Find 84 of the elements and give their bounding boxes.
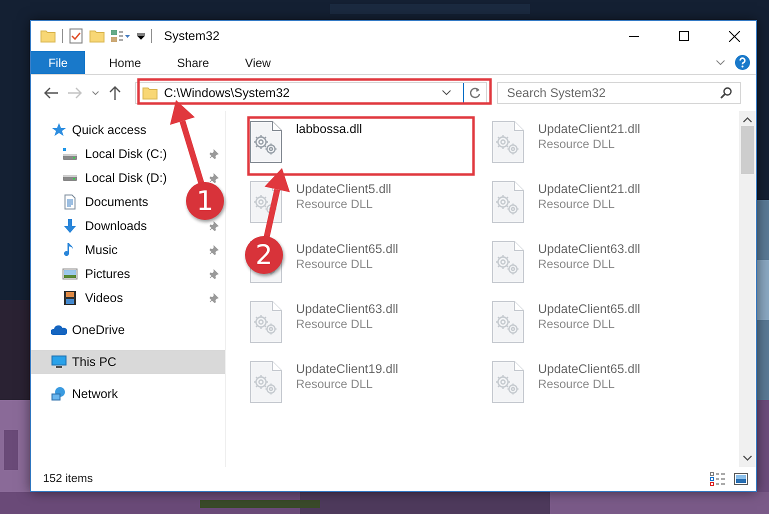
file-type: Resource DLL <box>538 137 616 151</box>
file-type: Resource DLL <box>296 257 374 271</box>
nav-item[interactable]: Quick access <box>31 118 225 142</box>
scroll-thumb[interactable] <box>741 126 754 174</box>
nav-item[interactable]: Pictures <box>62 262 134 286</box>
file-name[interactable]: UpdateClient21.dll <box>538 182 640 196</box>
file-name[interactable]: UpdateClient65.dll <box>296 242 398 256</box>
pin-icon[interactable] <box>209 149 219 159</box>
pin-icon[interactable] <box>209 269 219 279</box>
file-icon <box>491 300 525 344</box>
file-tab[interactable]: File <box>31 51 85 74</box>
pin-icon[interactable] <box>209 173 219 183</box>
film-icon <box>62 290 78 306</box>
file-type: Resource DLL <box>296 197 374 211</box>
scroll-down-icon[interactable] <box>743 455 752 461</box>
nav-item[interactable]: OneDrive <box>31 318 225 342</box>
nav-item[interactable]: This PC <box>31 350 225 374</box>
file-icon <box>249 120 283 164</box>
file-name[interactable]: UpdateClient65.dll <box>538 302 640 316</box>
file-type: Resource DLL <box>296 377 374 391</box>
network-icon <box>51 386 67 402</box>
folder-icon <box>142 86 158 100</box>
recent-locations-icon[interactable] <box>92 90 98 96</box>
file-name[interactable]: UpdateClient63.dll <box>296 302 398 316</box>
expand-ribbon-icon[interactable] <box>716 60 725 66</box>
maximize-icon[interactable] <box>679 31 689 41</box>
folder-icon <box>40 29 56 43</box>
file-type: Resource DLL <box>538 317 616 331</box>
nav-item[interactable]: Local Disk (C:) <box>62 142 171 166</box>
nav-item[interactable]: Music <box>62 238 122 262</box>
file-name[interactable]: UpdateClient21.dll <box>538 122 640 136</box>
scroll-up-icon[interactable] <box>743 117 752 123</box>
pin-icon[interactable] <box>209 221 219 231</box>
file-type: Resource DLL <box>538 197 616 211</box>
file-icon <box>249 300 283 344</box>
address-path: C:\Windows\System32 <box>164 86 291 100</box>
up-arrow-icon[interactable] <box>109 86 121 100</box>
document-icon <box>62 194 78 210</box>
dropdown-icon[interactable] <box>137 32 145 40</box>
large-icons-view-icon[interactable] <box>734 473 748 485</box>
nav-item[interactable]: Videos <box>62 286 127 310</box>
file-name[interactable]: UpdateClient19.dll <box>296 362 398 376</box>
nav-item[interactable]: Network <box>31 382 225 406</box>
close-icon[interactable] <box>728 30 740 42</box>
drive-icon <box>62 174 78 182</box>
help-icon[interactable] <box>735 55 750 70</box>
ribbon-tab[interactable]: View <box>229 51 287 74</box>
file-icon <box>491 120 525 164</box>
monitor-icon <box>51 354 67 370</box>
back-arrow-icon[interactable] <box>44 87 58 99</box>
file-name[interactable]: UpdateClient5.dll <box>296 182 392 196</box>
nav-item[interactable]: Downloads <box>62 214 151 238</box>
nav-item[interactable]: Documents <box>62 190 152 214</box>
file-icon <box>249 360 283 404</box>
nav-item[interactable]: Local Disk (D:) <box>62 166 171 190</box>
picture-icon <box>62 266 78 282</box>
pin-icon[interactable] <box>209 245 219 255</box>
refresh-icon[interactable] <box>469 87 481 99</box>
ribbon-tab[interactable]: Home <box>93 51 158 74</box>
file-name[interactable]: labbossa.dll <box>296 122 362 136</box>
file-type: Resource DLL <box>296 317 374 331</box>
file-icon <box>491 240 525 284</box>
new-folder-icon <box>89 29 105 43</box>
pin-icon[interactable] <box>209 293 219 303</box>
file-icon <box>491 180 525 224</box>
down-arrow-icon <box>62 218 78 234</box>
file-name[interactable]: UpdateClient65.dll <box>538 362 640 376</box>
vertical-scrollbar[interactable] <box>739 111 756 467</box>
file-name[interactable]: UpdateClient63.dll <box>538 242 640 256</box>
ribbon-tab[interactable]: Share <box>161 51 226 74</box>
star-icon <box>51 122 67 138</box>
customize-icon[interactable] <box>111 29 131 43</box>
file-icon <box>491 360 525 404</box>
dropdown-icon[interactable] <box>442 90 450 96</box>
search-field[interactable]: Search System32 <box>497 82 741 104</box>
file-type: Resource DLL <box>538 377 616 391</box>
properties-icon[interactable] <box>69 28 83 44</box>
drive-icon <box>62 146 78 162</box>
address-bar[interactable]: C:\Windows\System32 <box>135 82 487 104</box>
details-view-icon[interactable] <box>710 472 726 486</box>
search-icon[interactable] <box>720 87 732 99</box>
window-title: System32 <box>164 29 220 43</box>
item-count: 152 items <box>43 473 94 485</box>
file-type: Resource DLL <box>538 257 616 271</box>
